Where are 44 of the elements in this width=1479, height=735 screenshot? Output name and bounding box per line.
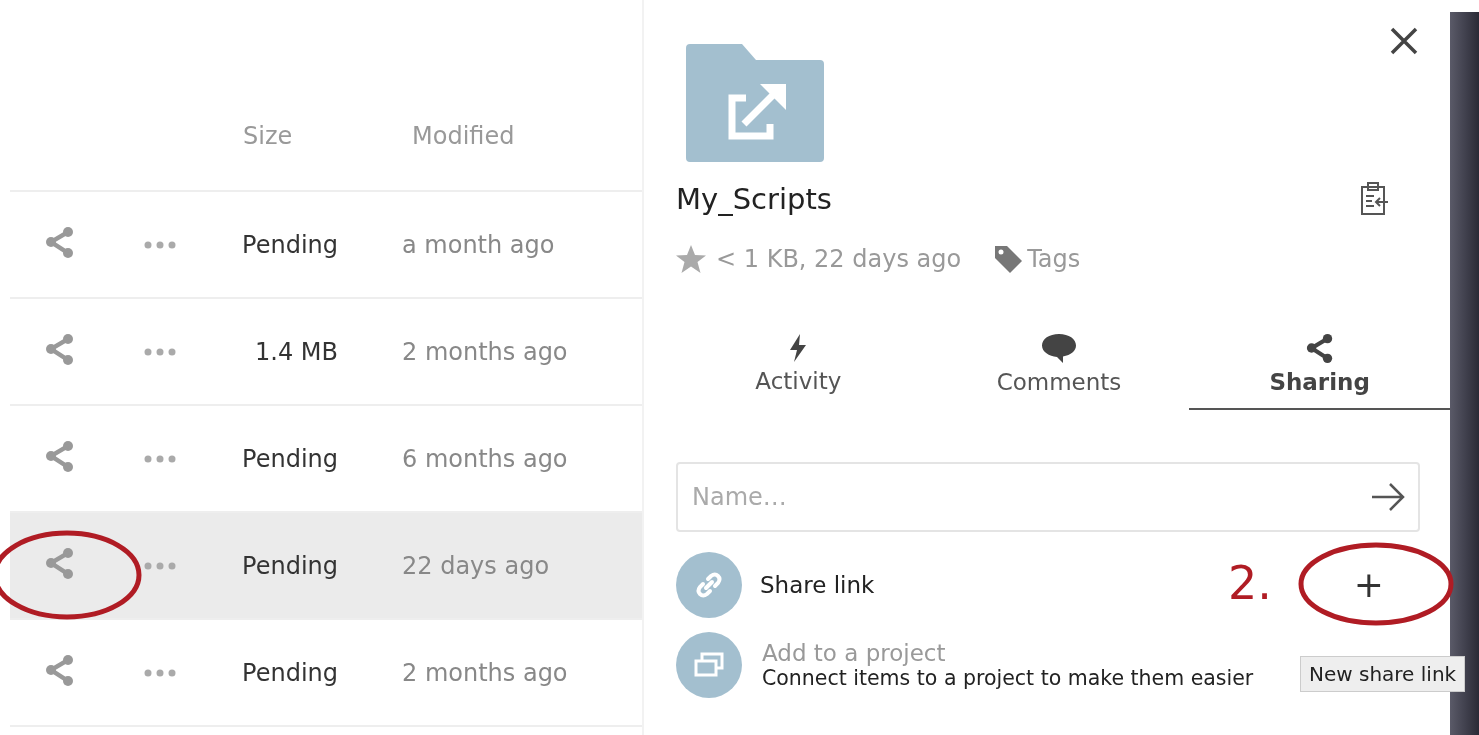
star-icon[interactable] [676,245,706,273]
tag-icon [993,244,1024,274]
annotation-step: 2. [1228,556,1272,610]
file-size: Pending [242,658,338,687]
modified-date: 6 months ago [402,444,569,473]
share-icon[interactable] [44,439,76,472]
modified-date: 2 months ago [402,337,569,366]
file-meta: < 1 KB, 22 days ago [716,245,962,273]
tooltip: New share link [1300,656,1466,692]
project-description: Connect items to a project to make them easier [762,666,1254,690]
shared-folder-icon [686,44,824,162]
arrow-right-icon[interactable] [1370,482,1406,512]
more-icon[interactable] [144,454,176,463]
link-icon [694,570,724,600]
modified-date: 22 days ago [402,551,551,580]
file-size: 1.4 MB [255,337,338,366]
share-icon[interactable] [44,653,76,686]
clipboard-icon[interactable] [1360,182,1390,216]
share-icon [1304,333,1335,363]
share-icon[interactable] [44,546,76,579]
name-input[interactable]: Name… [676,462,1420,532]
more-icon[interactable] [144,668,176,677]
file-size: Pending [242,230,338,259]
tab[interactable]: Sharing [1189,320,1450,410]
windows-icon [694,652,724,678]
file-name: My_Scripts [676,182,832,216]
share-link-label: Share link [760,572,875,598]
file-row[interactable]: Pending a month ago [10,192,642,299]
speech-bubble-icon [1041,333,1077,363]
modified-date: a month ago [402,230,556,259]
more-icon[interactable] [144,561,176,570]
more-icon[interactable] [144,240,176,249]
more-icon[interactable] [144,347,176,356]
file-row[interactable]: 1.4 MB 2 months ago [10,299,642,406]
file-size: Pending [242,444,338,473]
share-icon[interactable] [44,225,76,258]
add-share-link-button[interactable]: + [1347,567,1390,603]
tab[interactable]: Comments [928,320,1190,410]
file-size: Pending [242,551,338,580]
modified-date: 2 months ago [402,658,569,687]
share-icon[interactable] [44,332,76,365]
file-row[interactable]: Pending 2 months ago [10,620,642,727]
file-row[interactable]: Pending 22 days ago [10,513,642,620]
tab[interactable]: Activity [668,320,929,410]
